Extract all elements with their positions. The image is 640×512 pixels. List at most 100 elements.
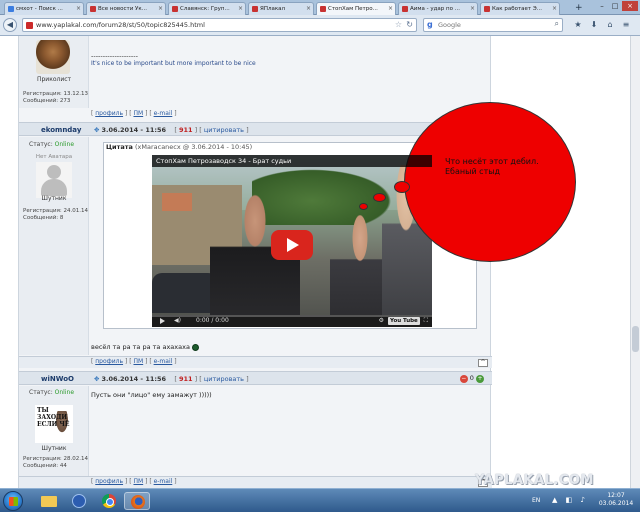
tab-label: Все новости Ук...: [98, 6, 147, 12]
post-body: весёл та ра та ра та ахахаха: [91, 343, 199, 351]
firefox-icon: [131, 495, 145, 509]
windows-logo-icon: [9, 497, 18, 506]
tab-5-active[interactable]: СтопХам Петро... ×: [316, 2, 396, 15]
pm-link[interactable]: ПМ: [133, 358, 143, 365]
tray-icons[interactable]: ▲ ◧ ♪: [552, 496, 588, 504]
search-input[interactable]: [438, 20, 548, 30]
system-clock[interactable]: 12:07 03.06.2014: [598, 492, 634, 508]
status-label: Статус:: [29, 141, 53, 148]
annotation-text: Что несёт этот дебил. Ебаный стыд: [445, 157, 539, 176]
profile-link[interactable]: профиль: [95, 358, 123, 365]
tab-label: смхот - Поиск ...: [16, 6, 63, 12]
address-text[interactable]: www.yaplakal.com/forum28/st/50/topic8254…: [36, 21, 205, 30]
folder-icon: [41, 496, 57, 507]
home-icon[interactable]: ⌂: [604, 19, 616, 31]
tab-close-icon[interactable]: ×: [158, 3, 163, 15]
site-favicon-icon: [252, 6, 258, 12]
quote-header: Цитата (хMaracanecx @ 3.06.2014 - 10:45): [106, 143, 252, 151]
address-bar[interactable]: www.yaplakal.com/forum28/st/50/topic8254…: [22, 18, 417, 32]
search-icon[interactable]: ⌕: [555, 19, 559, 29]
avatar-text: ТЫ ЗАХОДИ ЕСЛИ ЧЁ: [37, 407, 70, 428]
tab-2[interactable]: Все новости Ук... ×: [86, 2, 166, 15]
play-button[interactable]: [271, 230, 313, 260]
bookmark-star-icon[interactable]: ☆: [395, 20, 402, 29]
post-date: 3.06.2014 - 11:56: [101, 375, 167, 383]
video-title[interactable]: СтопХам Петрозаводск 34 - Брат судьи: [152, 155, 432, 167]
downloads-icon[interactable]: ⬇: [588, 19, 600, 31]
post-date: 3.06.2014 - 11:56: [101, 126, 167, 134]
tab-7[interactable]: Как работает Э... ×: [480, 2, 560, 15]
username-link[interactable]: ekomnday: [41, 126, 81, 134]
scrollbar-thumb[interactable]: [632, 326, 639, 352]
profile-link[interactable]: профиль: [95, 110, 123, 117]
registration-date: Регистрация: 24.01.14: [23, 208, 88, 214]
fullscreen-icon[interactable]: ⛶: [424, 317, 428, 324]
reload-icon[interactable]: ↻: [406, 20, 413, 29]
site-favicon-icon: [402, 6, 408, 12]
google-favicon-icon: [8, 6, 14, 12]
back-button[interactable]: ◀: [3, 18, 17, 32]
google-icon[interactable]: g: [427, 20, 433, 29]
chrome-icon: [102, 494, 116, 508]
tab-close-icon[interactable]: ×: [470, 3, 475, 15]
bookmarks-icon[interactable]: ★: [572, 19, 584, 31]
rate-plus-button[interactable]: +: [476, 375, 484, 383]
post-number-link[interactable]: 911: [179, 126, 193, 134]
embedded-video[interactable]: СтопХам Петрозаводск 34 - Брат судьи ◀) …: [152, 155, 432, 327]
tab-close-icon[interactable]: ×: [238, 3, 243, 15]
post-body: Пусть они "лицо" ему замажут ))))): [91, 391, 212, 399]
language-indicator[interactable]: EN: [532, 497, 540, 504]
tab-close-icon[interactable]: ×: [388, 3, 393, 15]
maximize-button[interactable]: □: [609, 1, 621, 11]
settings-icon[interactable]: ⚙: [379, 317, 384, 324]
signature-text: It's nice to be important but more impor…: [91, 60, 256, 67]
message-count: Сообщений: 44: [23, 463, 67, 469]
clock-date: 03.06.2014: [598, 500, 634, 507]
post-header: wiNWoO ✥ 3.06.2014 - 11:56 [ 911 ] [ цит…: [19, 371, 492, 385]
volume-icon[interactable]: ◀): [174, 317, 181, 325]
navigation-bar: ◀ www.yaplakal.com/forum28/st/50/topic82…: [0, 15, 640, 36]
tab-6[interactable]: Аима - удар по ... ×: [398, 2, 478, 15]
taskbar-media-player[interactable]: [66, 492, 92, 510]
message-count: Сообщений: 8: [23, 215, 64, 221]
control-play-icon[interactable]: [160, 318, 165, 324]
quote-label: Цитата: [106, 143, 133, 151]
new-tab-button[interactable]: +: [575, 3, 583, 13]
page-scrollbar[interactable]: [630, 36, 640, 488]
profile-link[interactable]: профиль: [95, 478, 123, 485]
close-window-button[interactable]: ×: [622, 1, 638, 11]
tab-3[interactable]: Славянск: Груп... ×: [168, 2, 246, 15]
start-button[interactable]: [3, 491, 23, 511]
pm-link[interactable]: ПМ: [133, 478, 143, 485]
tab-4[interactable]: ЯПлакал ×: [248, 2, 314, 15]
email-link[interactable]: e-mail: [154, 358, 173, 365]
post-number-link[interactable]: 911: [179, 375, 193, 383]
username-link[interactable]: wiNWoO: [41, 375, 74, 383]
post-link-icon[interactable]: ✥: [94, 375, 99, 383]
taskbar-firefox[interactable]: [124, 492, 150, 510]
quote-link[interactable]: цитировать: [204, 375, 244, 383]
minimize-button[interactable]: –: [596, 1, 608, 11]
scroll-up-icon[interactable]: ^: [478, 359, 488, 367]
site-favicon-icon: [484, 6, 490, 12]
youtube-logo[interactable]: You Tube: [387, 317, 420, 325]
pm-link[interactable]: ПМ: [133, 110, 143, 117]
tab-close-icon[interactable]: ×: [76, 3, 81, 15]
rate-minus-button[interactable]: −: [459, 375, 468, 383]
tab-label: Аима - удар по ...: [410, 6, 460, 12]
site-favicon-icon: [320, 6, 326, 12]
page-viewport: Приколист Регистрация: 13.12.13 Сообщени…: [0, 36, 640, 488]
tab-1[interactable]: смхот - Поиск ... ×: [4, 2, 84, 15]
post-text: весёл та ра та ра та ахахаха: [91, 343, 190, 351]
email-link[interactable]: e-mail: [154, 110, 173, 117]
site-watermark: YAPLAKAL.COM: [475, 473, 594, 488]
windows-taskbar: EN ▲ ◧ ♪ 12:07 03.06.2014: [0, 488, 640, 512]
post-link-icon[interactable]: ✥: [94, 126, 99, 134]
menu-icon[interactable]: ≡: [620, 19, 632, 31]
taskbar-chrome[interactable]: [96, 492, 122, 510]
taskbar-explorer[interactable]: [36, 492, 62, 510]
email-link[interactable]: e-mail: [154, 478, 173, 485]
tab-close-icon[interactable]: ×: [552, 3, 557, 15]
tab-close-icon[interactable]: ×: [306, 3, 311, 15]
quote-link[interactable]: цитировать: [204, 126, 244, 134]
